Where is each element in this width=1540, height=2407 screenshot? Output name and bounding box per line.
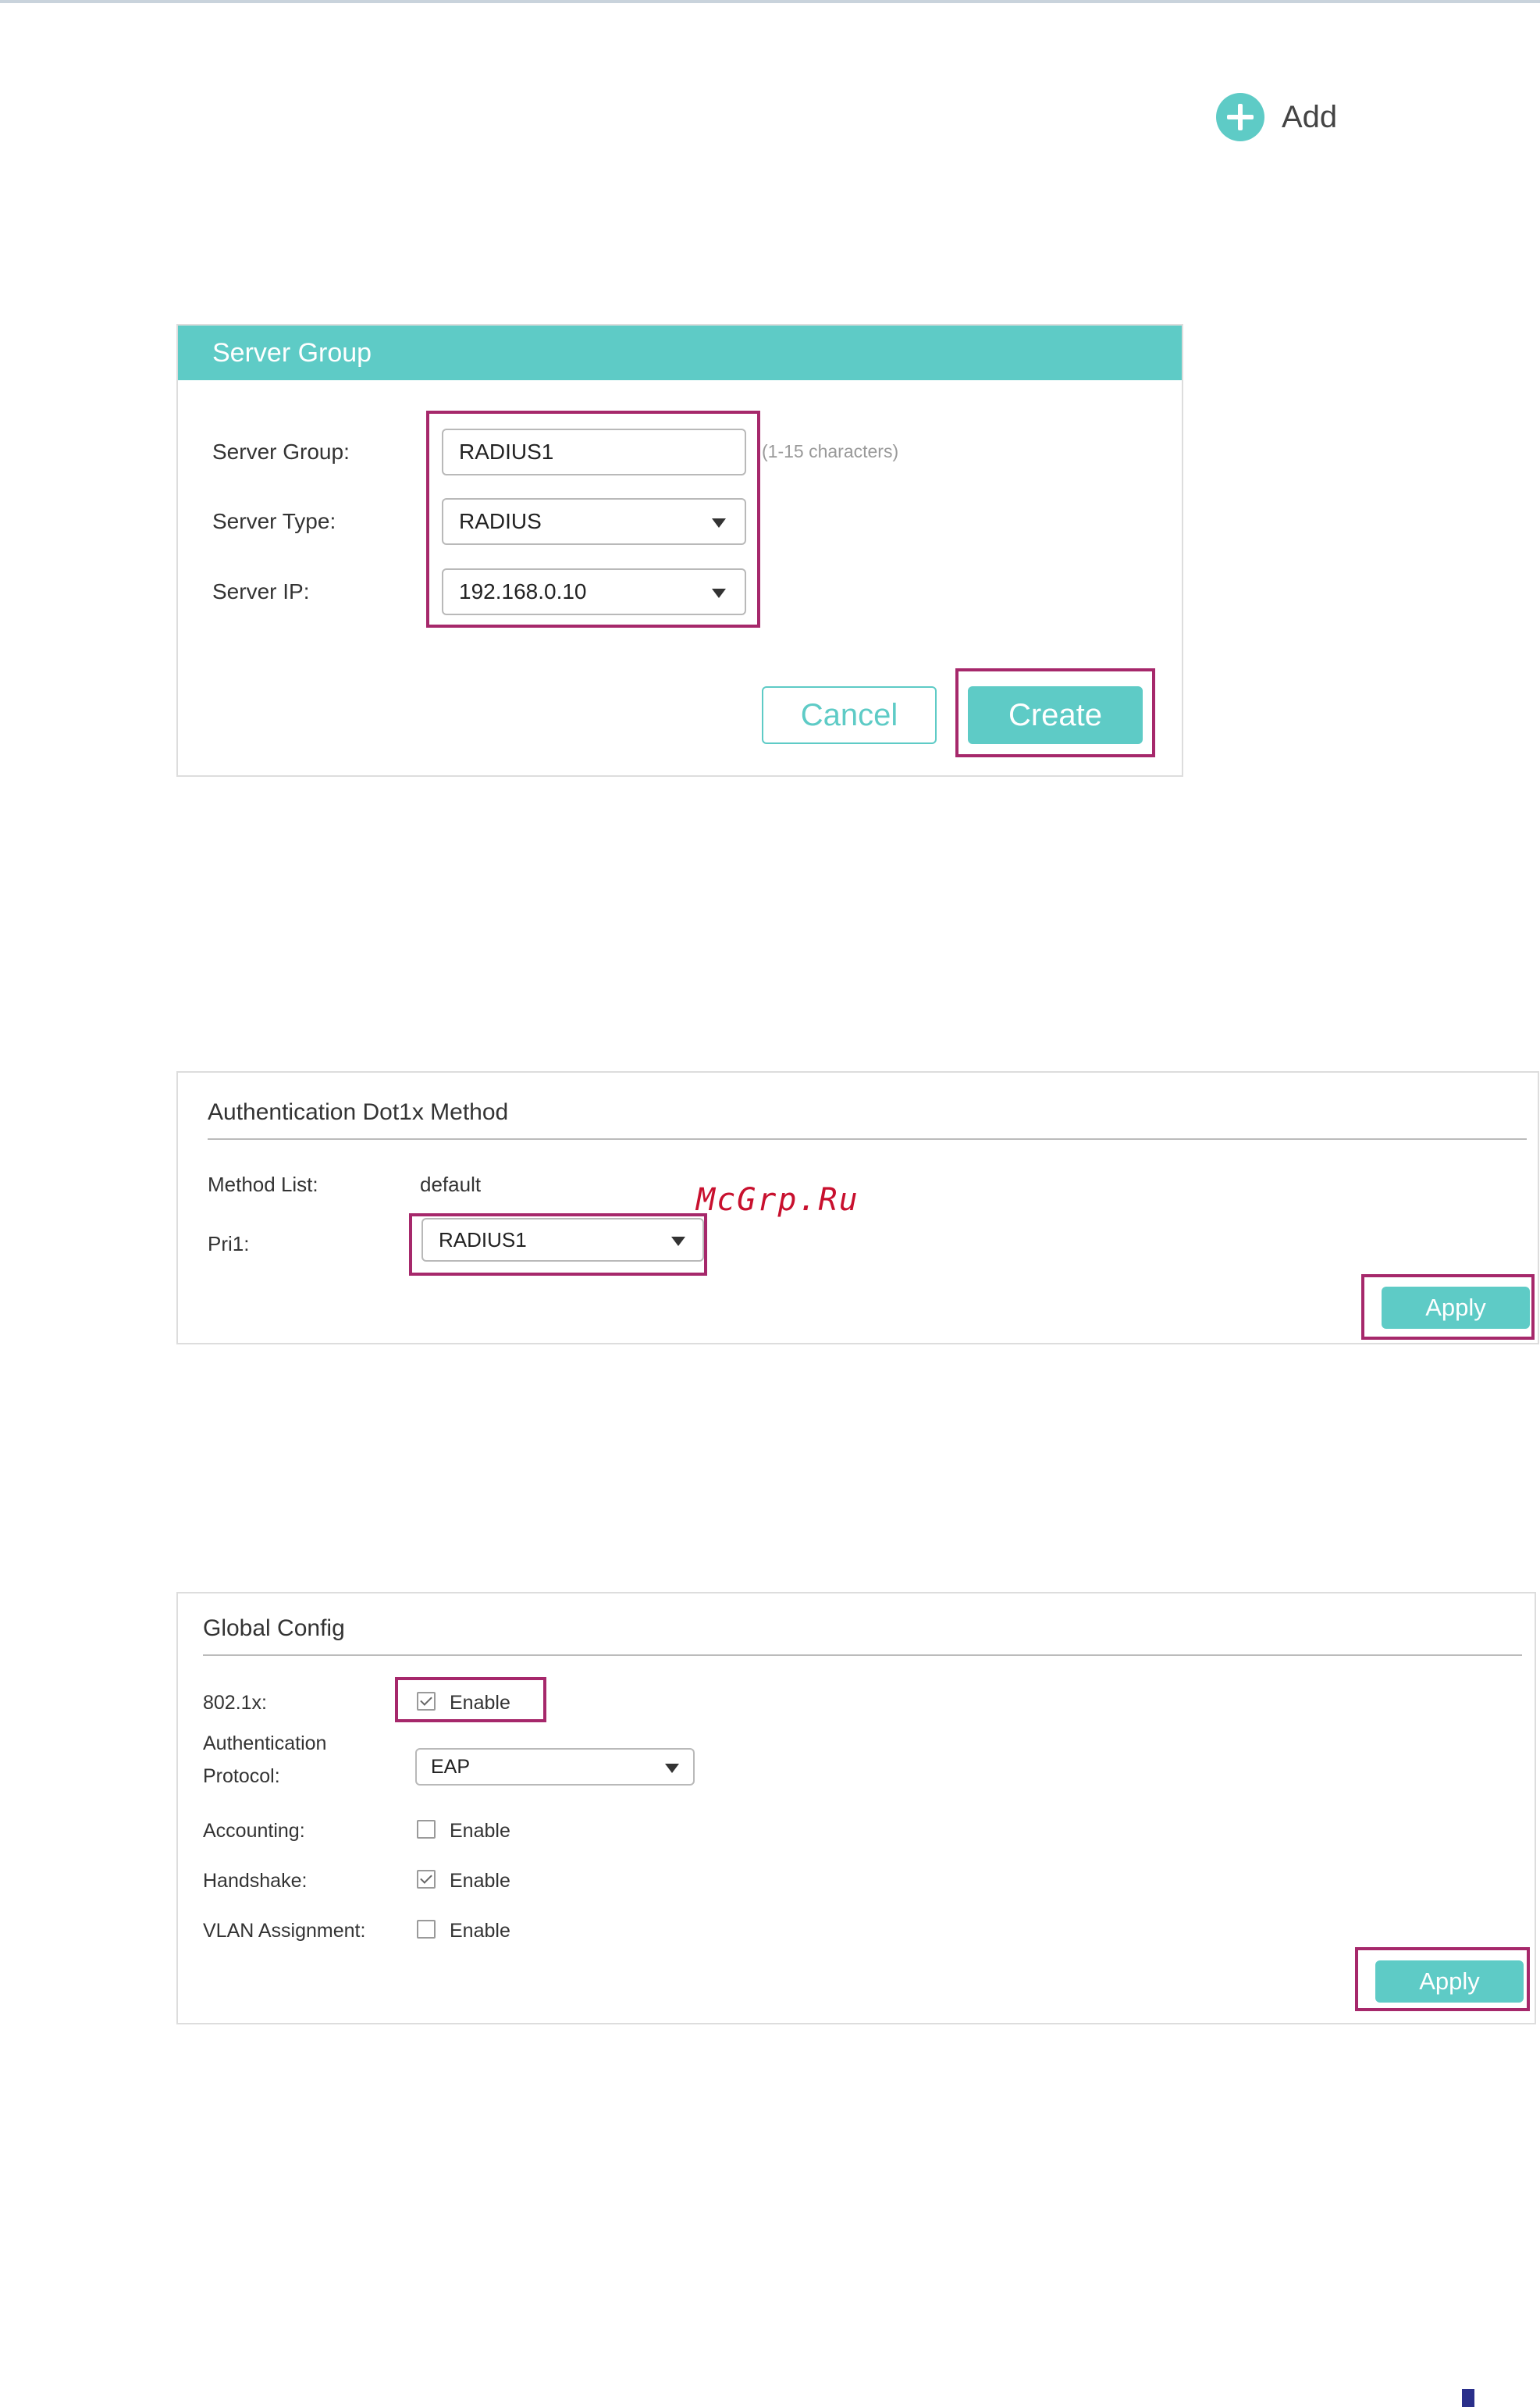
accounting-label: Accounting: [203, 1820, 305, 1842]
server-type-label: Server Type: [212, 509, 336, 533]
cancel-button[interactable]: Cancel [762, 686, 937, 744]
create-button-highlight [955, 668, 1155, 757]
add-button-label: Add [1282, 99, 1338, 134]
method-list-value: default [420, 1173, 482, 1196]
vlan-assignment-enable-checkbox[interactable] [417, 1920, 436, 1939]
vlan-assignment-enable-label: Enable [450, 1920, 510, 1942]
dot1x-method-title: Authentication Dot1x Method [208, 1099, 509, 1125]
dot1x-apply-highlight [1361, 1274, 1535, 1340]
auth-protocol-label-line2: Protocol: [203, 1765, 280, 1787]
server-group-header: Server Group [178, 326, 1182, 380]
chevron-down-icon [665, 1764, 679, 1773]
page-corner-mark [1462, 2389, 1474, 2407]
handshake-label: Handshake: [203, 1870, 308, 1892]
dot1x-title-rule [208, 1138, 1527, 1140]
top-divider [0, 0, 1540, 3]
handshake-enable-checkbox[interactable] [417, 1870, 436, 1889]
vlan-assignment-label: VLAN Assignment: [203, 1920, 366, 1942]
accounting-enable-checkbox[interactable] [417, 1820, 436, 1839]
auth-protocol-label-line1: Authentication [203, 1732, 327, 1754]
global-apply-highlight [1355, 1947, 1530, 2011]
global-config-title: Global Config [203, 1615, 345, 1641]
global-config-panel: Global Config 802.1x: Enable Authenticat… [176, 1592, 1536, 2024]
accounting-enable-label: Enable [450, 1820, 510, 1842]
watermark-text: McGrp.Ru [696, 1182, 859, 1218]
add-button[interactable]: Add [1216, 92, 1337, 142]
auth-protocol-select[interactable]: EAP [415, 1748, 695, 1786]
global-config-title-rule [203, 1654, 1522, 1656]
method-list-label: Method List: [208, 1173, 318, 1196]
server-group-hint: (1-15 characters) [762, 441, 899, 461]
dot1x-label: 802.1x: [203, 1692, 268, 1714]
pri1-label: Pri1: [208, 1232, 250, 1255]
dot1x-enable-highlight [395, 1677, 546, 1722]
server-group-label: Server Group: [212, 440, 350, 464]
server-fields-highlight [426, 411, 760, 628]
server-ip-label: Server IP: [212, 579, 310, 604]
pri1-highlight [409, 1213, 707, 1276]
auth-protocol-value: EAP [431, 1755, 471, 1778]
handshake-enable-label: Enable [450, 1870, 510, 1892]
plus-circle-icon [1216, 93, 1264, 141]
